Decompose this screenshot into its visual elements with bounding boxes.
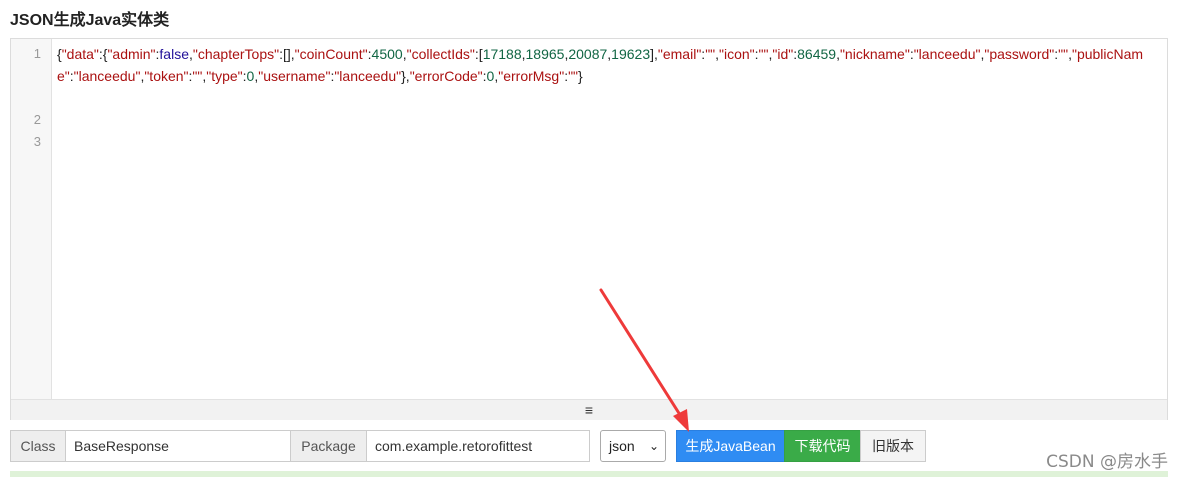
json-token: "type"	[206, 68, 243, 84]
json-token: "username"	[258, 68, 331, 84]
json-token: 20087	[568, 46, 608, 62]
json-token: },	[401, 68, 410, 84]
json-token: "id"	[772, 46, 794, 62]
json-token: "icon"	[719, 46, 755, 62]
editor-resize-handle[interactable]: ≡	[11, 399, 1167, 420]
json-token: "data"	[61, 46, 99, 62]
package-name-input[interactable]: com.example.retorofittest	[366, 430, 590, 462]
download-code-button[interactable]: 下载代码	[784, 430, 861, 462]
json-token: 17188	[482, 46, 522, 62]
json-token: "nickname"	[839, 46, 910, 62]
line-number-gutter: 1 2 3	[11, 39, 52, 399]
page-title: JSON生成Java实体类	[10, 12, 170, 29]
class-name-input[interactable]: BaseResponse	[65, 430, 291, 462]
status-strip	[10, 471, 1168, 477]
json-token: 18965	[525, 46, 565, 62]
json-token: :[	[474, 46, 483, 62]
line-number: 2	[33, 112, 41, 127]
json-token: "lanceedu"	[334, 68, 402, 84]
json-token: }	[578, 68, 583, 84]
json-token: "password"	[984, 46, 1055, 62]
json-code-text[interactable]: {"data":{"admin":false,"chapterTops":[],…	[57, 43, 1161, 87]
format-select[interactable]: json ⌄	[600, 430, 666, 462]
class-label: Class	[10, 430, 66, 462]
json-editor[interactable]: 1 2 3 {"data":{"admin":false,"chapterTop…	[10, 38, 1168, 420]
json-token: "errorCode"	[409, 68, 483, 84]
format-select-value: json	[609, 438, 635, 454]
json-token: ""	[1058, 46, 1069, 62]
json-token: "coinCount"	[294, 46, 368, 62]
json-token: ""	[568, 68, 579, 84]
json-token: "collectIds"	[406, 46, 475, 62]
chevron-down-icon: ⌄	[648, 439, 659, 453]
line-number: 3	[33, 134, 41, 149]
json-token: ""	[705, 46, 716, 62]
line-number: 1	[33, 46, 41, 61]
json-token: 19623	[611, 46, 651, 62]
json-token: "admin"	[107, 46, 156, 62]
json-token: ""	[192, 68, 203, 84]
json-token: "token"	[144, 68, 189, 84]
package-label: Package	[290, 430, 367, 462]
json-token: ""	[758, 46, 769, 62]
old-version-button[interactable]: 旧版本	[860, 430, 926, 462]
json-token: ],	[650, 46, 658, 62]
json-token: "email"	[657, 46, 702, 62]
json-token: :[],	[279, 46, 295, 62]
json-token: 4500	[371, 46, 403, 62]
hamburger-icon: ≡	[584, 402, 594, 418]
generate-javabean-button[interactable]: 生成JavaBean	[676, 430, 785, 462]
json-token: "chapterTops"	[192, 46, 280, 62]
json-token: "lanceedu"	[73, 68, 141, 84]
watermark: CSDN @房水手	[1046, 452, 1168, 472]
json-token: 86459	[797, 46, 837, 62]
json-token: false	[159, 46, 189, 62]
json-token: "errorMsg"	[498, 68, 565, 84]
json-token: "lanceedu"	[913, 46, 981, 62]
